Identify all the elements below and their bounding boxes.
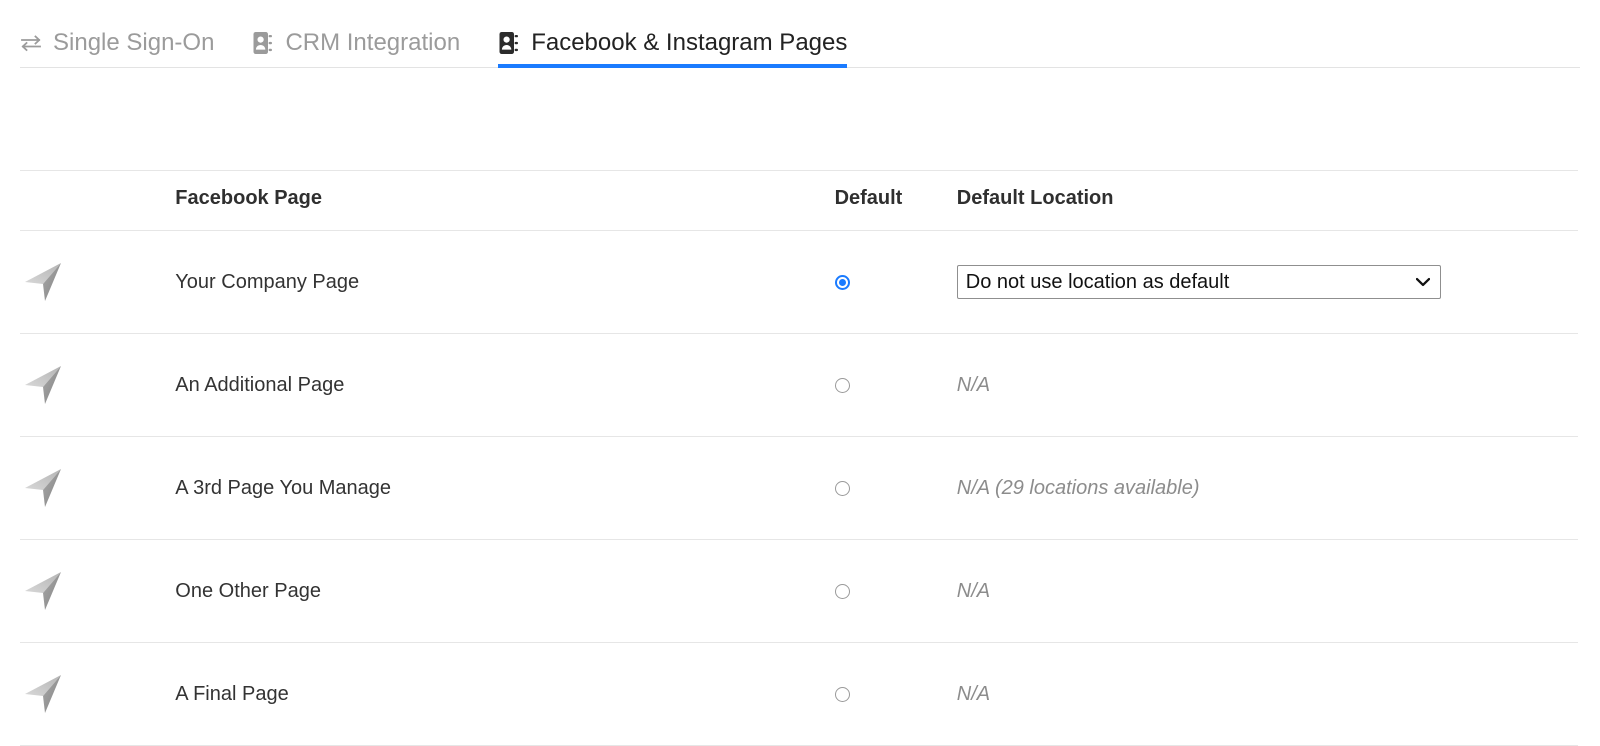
table-row: A 3rd Page You Manage N/A (29 locations … [20,437,1578,540]
spacer-cell [20,68,175,171]
navigation-arrow-avatar-icon [20,671,66,717]
default-location-value: N/A (29 locations available) [956,476,1200,499]
column-header-default: Default [834,187,903,209]
default-location-cell: N/A [957,643,1578,746]
default-radio-cell [834,231,957,334]
default-location-cell: N/A [957,540,1578,643]
page-avatar-cell [20,643,175,746]
page-name-cell: One Other Page [175,579,321,602]
page-name-cell: Your Company Page [175,270,360,293]
facebook-pages-table: Facebook Page Default Default Location Y… [20,68,1578,746]
address-book-icon [498,31,520,55]
address-book-icon [252,31,274,55]
default-location-select[interactable]: Do not use location as default [956,265,1441,299]
default-radio[interactable] [834,686,850,702]
page-avatar-cell [20,231,175,334]
tab-label: CRM Integration [285,29,461,56]
default-location-value: N/A [956,373,991,396]
tab-label: Facebook & Instagram Pages [531,29,848,56]
navigation-arrow-avatar-icon [20,362,66,408]
column-header-avatar [20,171,175,231]
spacer-cell [957,68,1578,171]
navigation-arrow-avatar-icon [20,465,66,511]
default-radio-cell [834,643,957,746]
table-body: Your Company Page Do not use location as… [20,231,1578,746]
column-header-default-location: Default Location [956,187,1114,209]
default-radio-cell [834,334,957,437]
page-avatar-cell [20,334,175,437]
page-name-cell: A Final Page [175,682,289,705]
table-row: One Other Page N/A [20,540,1578,643]
default-location-cell: Do not use location as default [956,231,1578,334]
default-radio[interactable] [834,480,850,496]
table-row: Your Company Page Do not use location as… [20,231,1578,334]
default-radio[interactable] [834,377,850,393]
spacer-cell [835,68,957,171]
table-header-row: Facebook Page Default Default Location [20,171,1578,231]
spacer-cell [175,68,834,171]
tab-facebook-instagram-pages[interactable]: Facebook & Instagram Pages [498,29,848,68]
exchange-arrows-icon [20,31,42,55]
default-location-cell: N/A [957,334,1578,437]
default-radio[interactable] [834,583,850,599]
table-row: A Final Page N/A [20,643,1578,746]
default-location-select-wrapper: Do not use location as default [956,265,1441,299]
table-row: An Additional Page N/A [20,334,1578,437]
default-location-value: N/A [956,579,991,602]
tab-label: Single Sign-On [53,29,215,56]
page-name-cell: A 3rd Page You Manage [175,476,392,499]
default-radio-cell [834,437,957,540]
default-radio[interactable] [834,274,850,290]
navigation-arrow-avatar-icon [20,568,66,614]
column-header-facebook-page: Facebook Page [175,187,323,209]
settings-tab-bar: Single Sign-On CRM Integration Facebook … [20,0,1580,68]
page-avatar-cell [20,437,175,540]
default-location-cell: N/A (29 locations available) [957,437,1578,540]
tab-crm-integration[interactable]: CRM Integration [252,31,460,67]
table-head: Facebook Page Default Default Location [20,68,1578,231]
default-location-value: N/A [956,682,991,705]
table-top-spacer-row [20,68,1578,171]
default-radio-cell [834,540,957,643]
page-name-cell: An Additional Page [175,373,345,396]
page-avatar-cell [20,540,175,643]
navigation-arrow-avatar-icon [20,259,66,305]
tab-single-sign-on[interactable]: Single Sign-On [20,31,214,67]
